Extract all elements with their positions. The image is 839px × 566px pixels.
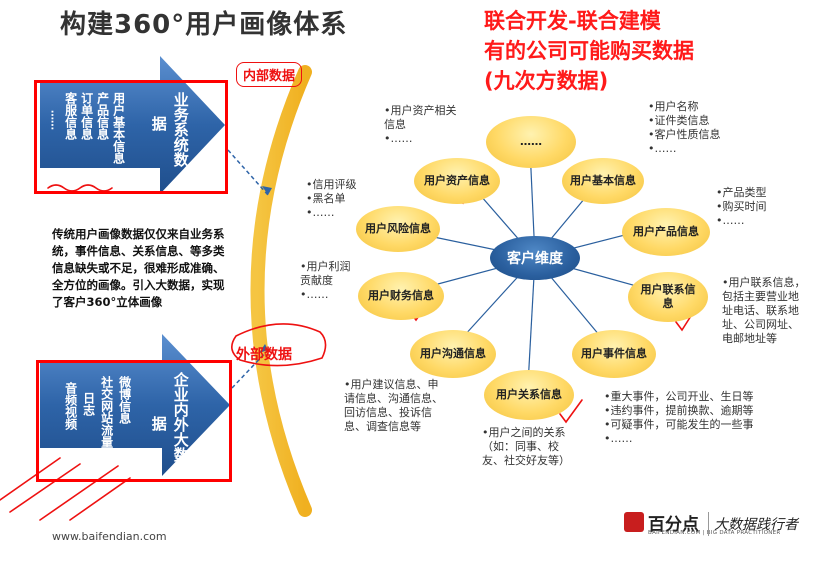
node-communication: 用户沟通信息 <box>410 330 496 378</box>
node-finance: 用户财务信息 <box>358 272 444 320</box>
node-product: 用户产品信息 <box>622 208 710 256</box>
node-asset-label: 用户资产信息 <box>424 174 490 187</box>
node-relation-label: 用户关系信息 <box>496 388 562 401</box>
description-paragraph: 传统用户画像数据仅仅来自业务系统，事件信息、关系信息、等多类信息缺失或不足，很难… <box>52 227 225 309</box>
note-communication: •用户建议信息、申 请信息、沟通信息、 回访信息、投诉信 息、调查信息等 <box>344 378 443 433</box>
note-line-3: (九次方数据) <box>484 69 609 93</box>
node-event: 用户事件信息 <box>572 330 656 378</box>
node-contact-label: 用户联系信息 <box>640 283 696 310</box>
node-contact: 用户联系信息 <box>628 272 708 322</box>
note-basic: •用户名称 •证件类信息 •客户性质信息 •…… <box>648 100 721 155</box>
customer-dimension-center: 客户维度 <box>490 236 580 280</box>
node-risk-label: 用户风险信息 <box>365 222 431 235</box>
note-risk: •信用评级 •黑名单 •…… <box>306 178 357 219</box>
footer-url[interactable]: www.baifendian.com <box>52 530 167 543</box>
logo-separator <box>708 512 709 536</box>
note-line-1: 联合开发-联合建模 <box>484 9 661 33</box>
node-event-label: 用户事件信息 <box>581 347 647 360</box>
node-asset: 用户资产信息 <box>414 158 500 204</box>
highlight-box-top <box>34 80 228 194</box>
node-relation: 用户关系信息 <box>484 370 574 420</box>
node-more: …… <box>486 116 576 168</box>
logo-mark-icon <box>624 512 644 532</box>
note-line-2: 有的公司可能购买数据 <box>484 39 694 63</box>
node-communication-label: 用户沟通信息 <box>420 347 486 360</box>
note-product: •产品类型 •购买时间 •…… <box>716 186 767 227</box>
top-connector <box>227 149 269 196</box>
note-contact: •用户联系信息， 包括主要营业地 址电话、联系地 址、公司网址、 电邮地址等 <box>722 276 806 345</box>
note-asset: •用户资产相关 信息 •…… <box>384 104 457 145</box>
note-event: •重大事件，公司开业、生日等 •违约事件，提前换款、逾期等 •可疑事件，可能发生… <box>604 390 754 445</box>
external-data-label: 外部数据 <box>236 347 292 363</box>
node-product-label: 用户产品信息 <box>633 225 699 238</box>
node-finance-label: 用户财务信息 <box>368 289 434 302</box>
center-label: 客户维度 <box>507 251 563 267</box>
page-title: 构建360°用户画像体系 <box>60 10 348 40</box>
logo-tagline: 大数据践行者 <box>714 517 798 533</box>
internal-data-label: 内部数据 <box>236 62 303 87</box>
note-finance: •用户利润 贡献度 •…… <box>300 260 351 301</box>
node-risk: 用户风险信息 <box>356 206 440 252</box>
node-basic-label: 用户基本信息 <box>570 174 636 187</box>
note-relation: •用户之间的关系 （如：同事、校 友、社交好友等） <box>482 426 570 467</box>
node-basic: 用户基本信息 <box>562 158 644 204</box>
integration-arc <box>250 65 312 517</box>
node-more-label: …… <box>520 135 542 148</box>
highlight-box-bottom <box>36 360 232 482</box>
